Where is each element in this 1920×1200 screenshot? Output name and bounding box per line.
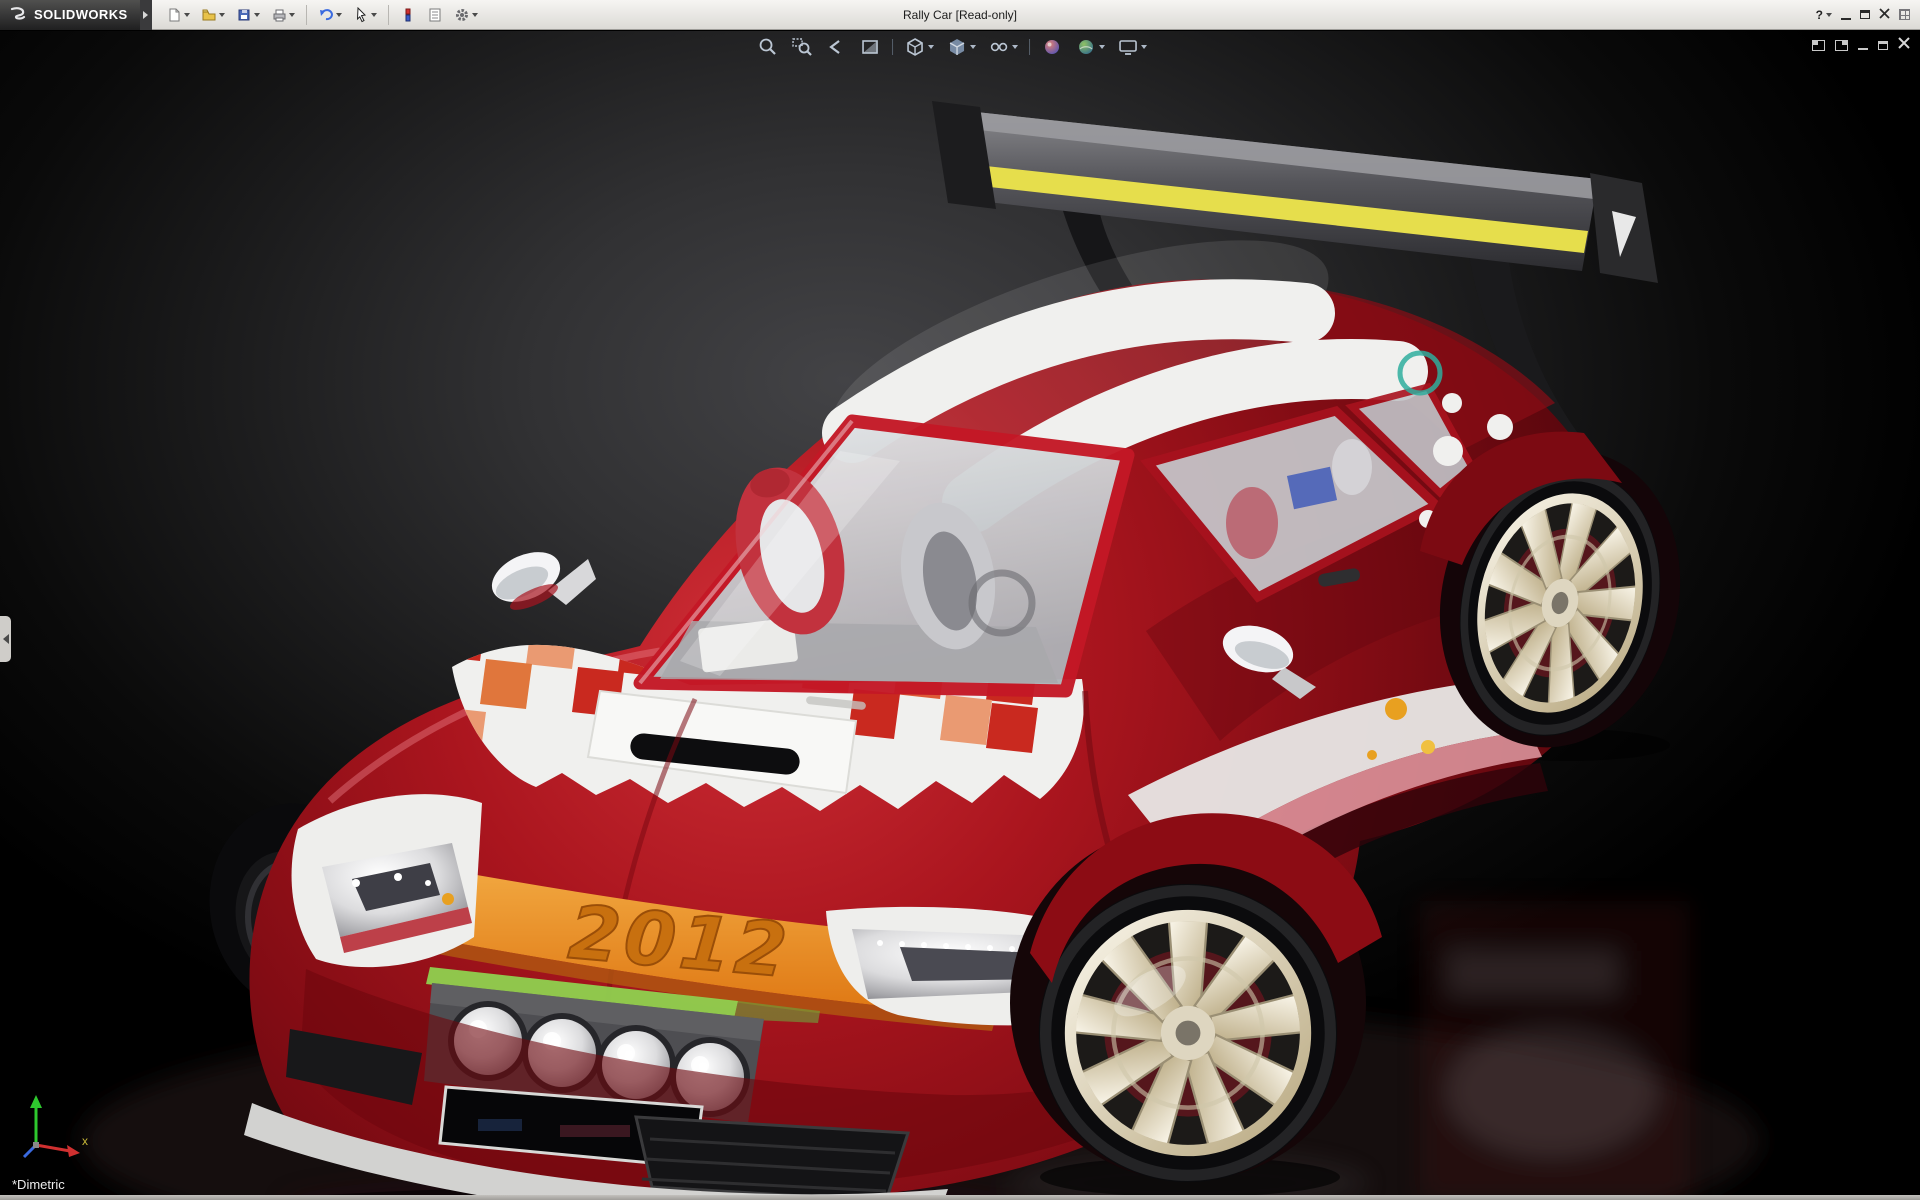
restore-icon	[1878, 41, 1888, 50]
dropdown-caret-icon	[219, 13, 225, 17]
toolbar-separator	[388, 5, 389, 25]
dropdown-caret-icon	[1099, 45, 1105, 49]
view-settings-button[interactable]	[1113, 35, 1151, 59]
zoom-to-fit-icon	[757, 37, 779, 57]
minimize-icon	[1841, 18, 1851, 20]
brand-text: SOLIDWORKS	[34, 7, 128, 22]
dassault-systemes-logo-icon	[8, 7, 28, 23]
solidworks-brand: SOLIDWORKS	[0, 0, 140, 30]
selection-filter-button[interactable]	[396, 3, 420, 27]
dropdown-caret-icon	[336, 13, 342, 17]
new-document-button[interactable]	[162, 3, 194, 27]
edit-appearance-icon	[1041, 37, 1063, 57]
y-axis-arrow-icon	[30, 1095, 42, 1108]
open-folder-icon	[201, 7, 217, 23]
view-settings-icon	[1117, 37, 1139, 57]
options-gear-icon	[454, 7, 470, 23]
grid-icon	[1899, 9, 1910, 20]
toolbar-separator	[306, 5, 307, 25]
previous-view-button[interactable]	[821, 35, 851, 59]
dock-right-icon	[1835, 40, 1848, 51]
undo-button[interactable]	[314, 3, 346, 27]
close-button[interactable]	[1879, 6, 1890, 24]
dropdown-caret-icon	[289, 13, 295, 17]
dropdown-caret-icon	[970, 45, 976, 49]
dropdown-caret-icon	[254, 13, 260, 17]
titlebar: SOLIDWORKS	[0, 0, 1920, 30]
zoom-to-area-icon	[791, 37, 813, 57]
edit-appearance-button[interactable]	[1037, 35, 1067, 59]
minimize-button[interactable]	[1841, 10, 1851, 20]
print-icon	[271, 7, 287, 23]
display-style-button[interactable]	[942, 35, 980, 59]
dropdown-caret-icon	[928, 45, 934, 49]
heads-up-view-toolbar	[753, 35, 1151, 59]
dock-left-icon	[1812, 40, 1825, 51]
restore-icon	[1860, 10, 1870, 19]
collapse-arrow-icon	[3, 634, 9, 644]
dock-left-button[interactable]	[1812, 40, 1825, 51]
apply-scene-button[interactable]	[1071, 35, 1109, 59]
left-mirror[interactable]	[484, 542, 596, 615]
standard-toolbar	[152, 3, 492, 27]
window-controls: ?	[1816, 6, 1920, 24]
toolbar-separator	[892, 39, 893, 55]
save-button[interactable]	[232, 3, 264, 27]
doc-close-button[interactable]	[1898, 36, 1910, 54]
orientation-triad: x	[18, 1087, 96, 1165]
dropdown-caret-icon	[472, 13, 478, 17]
menu-expand-button[interactable]	[140, 0, 152, 30]
new-document-icon	[166, 7, 182, 23]
doc-minimize-button[interactable]	[1858, 40, 1868, 50]
view-orientation-button[interactable]	[900, 35, 938, 59]
scene-svg[interactable]: 2012	[0, 31, 1920, 1195]
help-label: ?	[1816, 8, 1823, 22]
open-button[interactable]	[197, 3, 229, 27]
x-axis-arrow-icon	[67, 1145, 80, 1157]
x-axis-label: x	[82, 1134, 88, 1148]
document-window-controls	[1812, 36, 1910, 54]
zoom-to-fit-button[interactable]	[753, 35, 783, 59]
close-icon	[1898, 37, 1910, 49]
file-properties-icon	[427, 7, 443, 23]
close-icon	[1879, 8, 1890, 19]
section-view-button[interactable]	[855, 35, 885, 59]
zoom-to-area-button[interactable]	[787, 35, 817, 59]
expand-arrow-icon	[143, 11, 148, 19]
select-button[interactable]	[349, 3, 381, 27]
toolbar-separator	[1029, 39, 1030, 55]
featuremanager-collapse-tab[interactable]	[0, 616, 11, 662]
hide-show-items-button[interactable]	[984, 35, 1022, 59]
display-style-icon	[946, 37, 968, 57]
apply-scene-icon	[1075, 37, 1097, 57]
print-button[interactable]	[267, 3, 299, 27]
doc-restore-button[interactable]	[1878, 41, 1888, 50]
dropdown-caret-icon	[1012, 45, 1018, 49]
help-button[interactable]: ?	[1816, 8, 1832, 22]
graphics-area[interactable]: 2012	[0, 31, 1920, 1195]
save-icon	[236, 7, 252, 23]
hide-show-items-icon	[988, 37, 1010, 57]
options-button[interactable]	[450, 3, 482, 27]
section-view-icon	[859, 37, 881, 57]
document-title: Rally Car [Read-only]	[903, 8, 1017, 22]
view-orientation-cube-icon	[904, 37, 926, 57]
minimize-icon	[1858, 48, 1868, 50]
restore-button[interactable]	[1860, 10, 1870, 19]
dropdown-caret-icon	[1141, 45, 1147, 49]
file-properties-button[interactable]	[423, 3, 447, 27]
undo-icon	[318, 7, 334, 23]
window-border	[0, 1195, 1920, 1200]
dropdown-caret-icon	[184, 13, 190, 17]
select-cursor-icon	[353, 7, 369, 23]
dropdown-caret-icon	[371, 13, 377, 17]
dropdown-caret-icon	[1826, 13, 1832, 17]
previous-view-icon	[825, 37, 847, 57]
view-orientation-status: *Dimetric	[12, 1177, 65, 1192]
resources-button[interactable]	[1899, 9, 1910, 20]
selection-filter-icon	[400, 7, 416, 23]
dock-right-button[interactable]	[1835, 40, 1848, 51]
